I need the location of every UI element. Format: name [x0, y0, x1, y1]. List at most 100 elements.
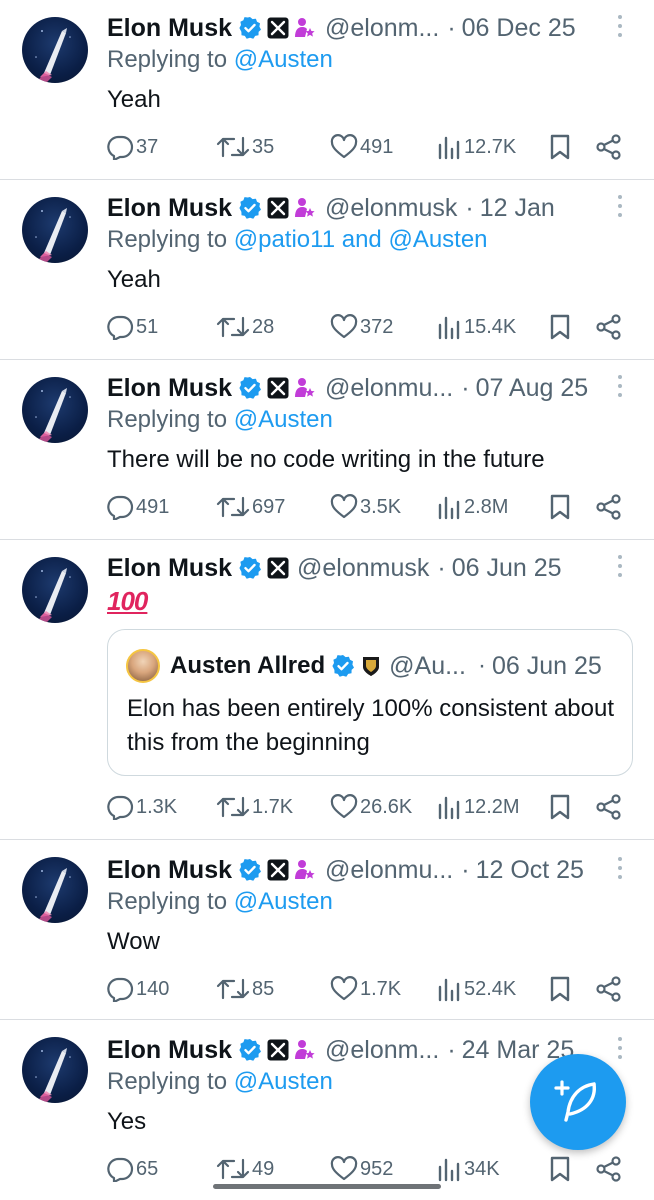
- more-options-button[interactable]: [616, 1037, 624, 1063]
- author-handle[interactable]: @elonm...: [325, 1036, 439, 1065]
- quoted-author-handle[interactable]: @Au...: [389, 652, 466, 681]
- quoted-avatar[interactable]: [126, 649, 160, 683]
- author-name[interactable]: Elon Musk: [107, 374, 232, 403]
- more-options-button[interactable]: [616, 15, 624, 41]
- avatar[interactable]: [22, 1037, 88, 1103]
- reply-mentions[interactable]: @patio11 and @Austen: [234, 226, 488, 253]
- separator-dot: ·: [461, 855, 470, 884]
- share-icon: [596, 976, 621, 1002]
- tweet-text: Wow: [107, 928, 160, 955]
- like-button[interactable]: 26.6K: [330, 792, 412, 822]
- like-button[interactable]: 491: [330, 132, 393, 162]
- person-badge-icon: [295, 198, 315, 217]
- tweet-date[interactable]: 07 Aug 25: [476, 374, 589, 403]
- bookmark-button[interactable]: [548, 974, 574, 1004]
- tweet-date[interactable]: 06 Dec 25: [462, 14, 576, 43]
- tweet[interactable]: Elon Musk @elonm... · 06 Dec 25 Replying to …: [0, 0, 654, 180]
- home-indicator[interactable]: [213, 1184, 441, 1189]
- author-handle[interactable]: @elonmu...: [325, 374, 453, 403]
- bookmark-button[interactable]: [548, 1154, 574, 1184]
- more-options-button[interactable]: [616, 555, 624, 581]
- reply-mentions[interactable]: @Austen: [234, 406, 333, 433]
- quoted-tweet[interactable]: Austen Allred @Au... · 06 Jun 25 Elon has be…: [107, 629, 633, 776]
- bookmark-button[interactable]: [548, 312, 574, 342]
- verified-badge-icon: [332, 655, 355, 677]
- views-chart-icon: [438, 136, 460, 160]
- views-button[interactable]: 2.8M: [436, 492, 508, 522]
- more-options-button[interactable]: [616, 195, 624, 221]
- like-button[interactable]: 1.7K: [330, 974, 401, 1004]
- reply-button[interactable]: 140: [106, 974, 169, 1004]
- like-button[interactable]: 372: [330, 312, 393, 342]
- reply-button[interactable]: 65: [106, 1154, 158, 1184]
- verified-badge-icon: [239, 557, 262, 579]
- reply-button[interactable]: 37: [106, 132, 158, 162]
- bookmark-button[interactable]: [548, 132, 574, 162]
- avatar[interactable]: [22, 197, 88, 263]
- tweet[interactable]: Elon Musk @elonmu... · 12 Oct 25 Replying to…: [0, 840, 654, 1020]
- quoted-author-name[interactable]: Austen Allred: [170, 652, 325, 680]
- replying-to-label: Replying to: [107, 406, 234, 433]
- author-name[interactable]: Elon Musk: [107, 194, 232, 223]
- tweet[interactable]: Elon Musk @elonmusk · 12 Jan Replying to @pa…: [0, 180, 654, 360]
- heart-icon: [330, 494, 358, 519]
- views-button[interactable]: 12.2M: [436, 792, 520, 822]
- author-name[interactable]: Elon Musk: [107, 856, 232, 885]
- views-button[interactable]: 34K: [436, 1154, 500, 1184]
- like-button[interactable]: 952: [330, 1154, 393, 1184]
- reply-button[interactable]: 51: [106, 312, 158, 342]
- repost-button[interactable]: 1.7K: [216, 792, 293, 822]
- reply-mentions[interactable]: @Austen: [234, 1068, 333, 1095]
- tweet[interactable]: Elon Musk @elonmu... · 07 Aug 25 Replying to…: [0, 360, 654, 540]
- avatar[interactable]: [22, 857, 88, 923]
- verified-badge-icon: [239, 197, 262, 219]
- avatar[interactable]: [22, 377, 88, 443]
- reply-button[interactable]: 491: [106, 492, 169, 522]
- author-name[interactable]: Elon Musk: [107, 14, 232, 43]
- author-handle[interactable]: @elonm...: [325, 14, 439, 43]
- reply-button[interactable]: 1.3K: [106, 792, 177, 822]
- author-handle[interactable]: @elonmusk: [325, 194, 457, 223]
- avatar[interactable]: [22, 557, 88, 623]
- separator-dot: ·: [447, 1035, 456, 1064]
- more-options-button[interactable]: [616, 375, 624, 401]
- avatar[interactable]: [22, 17, 88, 83]
- author-handle[interactable]: @elonmusk: [297, 554, 429, 583]
- share-button[interactable]: [596, 132, 624, 162]
- compose-post-button[interactable]: [530, 1054, 626, 1150]
- like-button[interactable]: 3.5K: [330, 492, 401, 522]
- share-button[interactable]: [596, 974, 624, 1004]
- reply-mentions[interactable]: @Austen: [234, 46, 333, 73]
- share-button[interactable]: [596, 492, 624, 522]
- views-button[interactable]: 52.4K: [436, 974, 516, 1004]
- bookmark-button[interactable]: [548, 792, 574, 822]
- more-options-button[interactable]: [616, 857, 624, 883]
- share-button[interactable]: [596, 1154, 624, 1184]
- author-name[interactable]: Elon Musk: [107, 1036, 232, 1065]
- tweet-date[interactable]: 06 Jun 25: [452, 554, 562, 583]
- share-icon: [596, 134, 621, 160]
- repost-button[interactable]: 49: [216, 1154, 274, 1184]
- bookmark-button[interactable]: [548, 492, 574, 522]
- views-button[interactable]: 12.7K: [436, 132, 516, 162]
- repost-button[interactable]: 28: [216, 312, 274, 342]
- reply-count: 1.3K: [136, 795, 178, 818]
- reply-mentions[interactable]: @Austen: [234, 888, 333, 915]
- repost-button[interactable]: 85: [216, 974, 274, 1004]
- author-handle[interactable]: @elonmu...: [325, 856, 453, 885]
- tweet-date[interactable]: 12 Oct 25: [476, 856, 584, 885]
- like-count: 3.5K: [360, 495, 402, 518]
- author-name[interactable]: Elon Musk: [107, 554, 232, 583]
- repost-count: 28: [252, 315, 275, 338]
- reply-count: 51: [136, 315, 159, 338]
- tweet[interactable]: Elon Musk @elonmusk · 06 Jun 25 100 Austen Al…: [0, 540, 654, 840]
- repost-button[interactable]: 697: [216, 492, 285, 522]
- share-button[interactable]: [596, 792, 624, 822]
- tweet-date[interactable]: 12 Jan: [480, 194, 555, 223]
- views-button[interactable]: 15.4K: [436, 312, 516, 342]
- share-button[interactable]: [596, 312, 624, 342]
- quoted-tweet-date[interactable]: 06 Jun 25: [492, 652, 602, 681]
- repost-button[interactable]: 35: [216, 132, 274, 162]
- replying-to-label: Replying to: [107, 888, 234, 915]
- reply-icon: [107, 795, 134, 820]
